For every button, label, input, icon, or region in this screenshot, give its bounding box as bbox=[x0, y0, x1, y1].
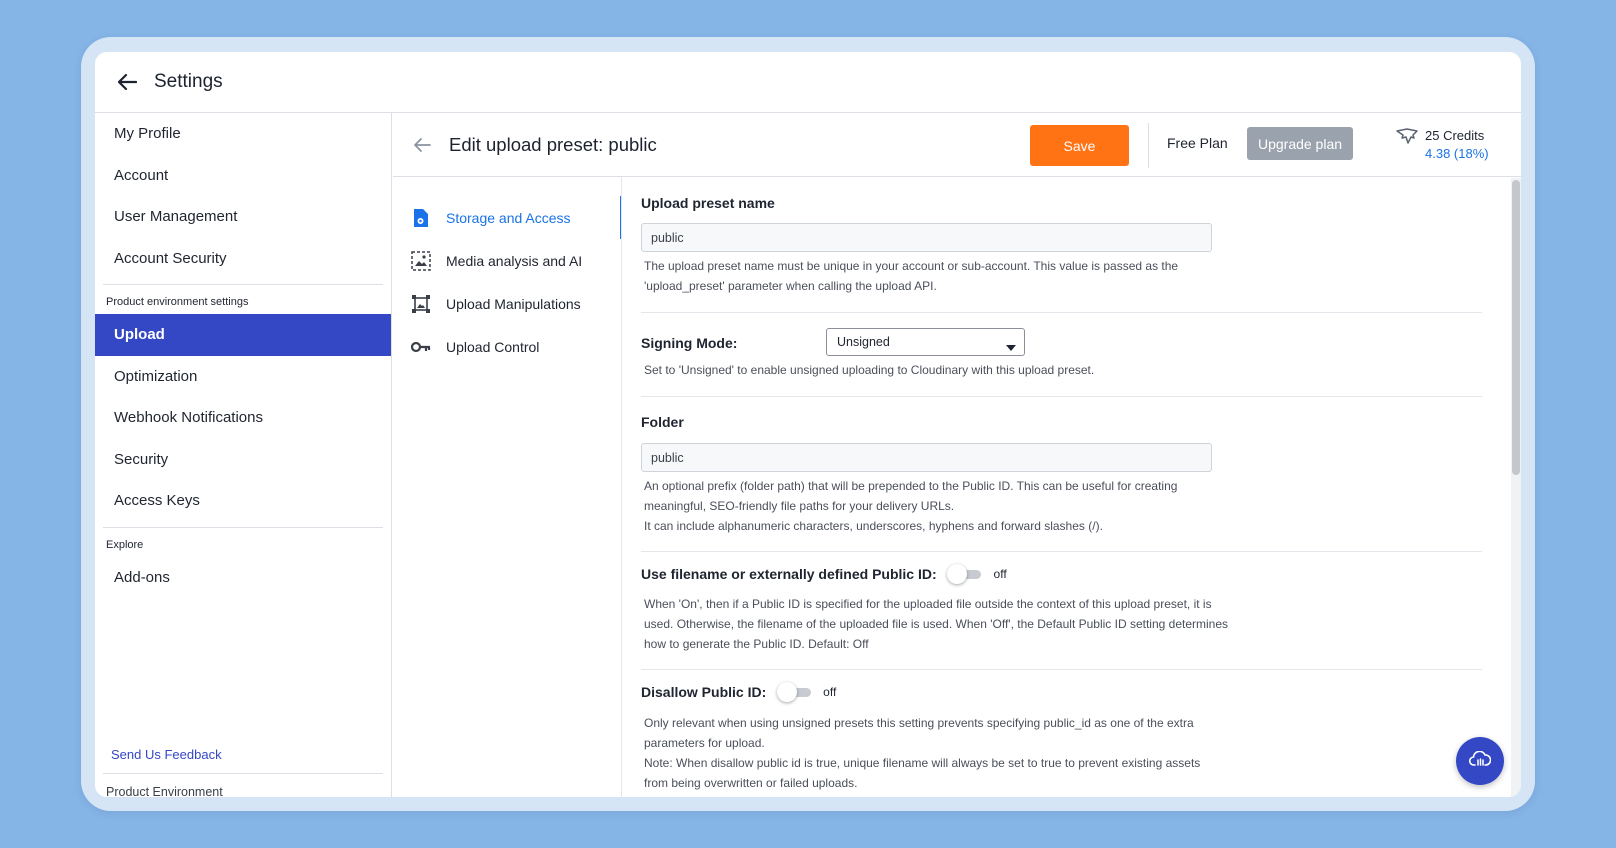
back-arrow-icon[interactable] bbox=[115, 70, 139, 94]
plan-label: Free Plan bbox=[1167, 135, 1228, 151]
settings-window: Settings My Profile Account User Managem… bbox=[95, 52, 1521, 797]
help-line: When 'On', then if a Public ID is specif… bbox=[644, 597, 1212, 611]
disallow-state: off bbox=[823, 685, 837, 699]
preset-subnav: Storage and Access Media analysis and AI… bbox=[393, 177, 622, 797]
page-title: Settings bbox=[154, 71, 223, 92]
subnav-label: Upload Manipulations bbox=[446, 295, 581, 312]
signing-mode-title: Signing Mode: bbox=[641, 335, 738, 351]
preset-name-help: The upload preset name must be unique in… bbox=[641, 256, 1178, 296]
preset-form: Upload preset name public The upload pre… bbox=[622, 178, 1511, 797]
section-divider bbox=[641, 551, 1482, 552]
sidebar-item-upload[interactable]: Upload bbox=[95, 314, 391, 356]
subnav-label: Media analysis and AI bbox=[446, 252, 583, 269]
sidebar-item-access-keys[interactable]: Access Keys bbox=[95, 480, 391, 522]
back-arrow-icon[interactable] bbox=[411, 134, 433, 156]
subnav-media-analysis[interactable]: Media analysis and AI bbox=[393, 239, 622, 282]
sidebar-item-optimization[interactable]: Optimization bbox=[95, 356, 391, 398]
disallow-title: Disallow Public ID: bbox=[641, 684, 767, 700]
credits-icon bbox=[1396, 128, 1418, 149]
section-divider bbox=[641, 669, 1482, 670]
help-line: used. Otherwise, the filename of the upl… bbox=[644, 617, 1229, 631]
folder-help: An optional prefix (folder path) that wi… bbox=[641, 476, 1177, 536]
folder-title: Folder bbox=[641, 414, 684, 430]
help-line: from being overwritten or failed uploads… bbox=[644, 776, 858, 790]
header-divider bbox=[1148, 123, 1149, 168]
section-divider bbox=[641, 312, 1482, 313]
sidebar-item-account-security[interactable]: Account Security bbox=[95, 238, 391, 280]
help-line: meaningful, SEO-friendly file paths for … bbox=[644, 499, 955, 513]
image-ai-icon bbox=[410, 250, 432, 272]
help-line: parameters for upload. bbox=[644, 736, 765, 750]
key-icon bbox=[410, 336, 432, 358]
disallow-toggle[interactable] bbox=[776, 682, 813, 702]
help-line: 'upload_preset' parameter when calling t… bbox=[644, 279, 937, 293]
help-line: An optional prefix (folder path) that wi… bbox=[644, 479, 1178, 493]
disallow-row: Disallow Public ID: off bbox=[641, 682, 836, 702]
disallow-help: Only relevant when using unsigned preset… bbox=[641, 713, 1200, 793]
sidebar-item-security[interactable]: Security bbox=[95, 439, 391, 481]
cloud-icon bbox=[1468, 750, 1492, 772]
use-filename-title: Use filename or externally defined Publi… bbox=[641, 566, 937, 582]
preset-title: Edit upload preset: public bbox=[449, 133, 657, 155]
preset-name-title: Upload preset name bbox=[641, 195, 775, 211]
product-environment-label: Product Environment bbox=[106, 785, 223, 797]
save-button[interactable]: Save bbox=[1030, 125, 1129, 166]
sidebar-item-my-profile[interactable]: My Profile bbox=[95, 113, 391, 155]
signing-mode-value: Unsigned bbox=[837, 335, 890, 349]
subnav-upload-control[interactable]: Upload Control bbox=[393, 325, 622, 368]
preset-header: Edit upload preset: public Save Free Pla… bbox=[393, 113, 1521, 177]
credits-info: 25 Credits 4.38 (18%) bbox=[1425, 127, 1489, 163]
scrollbar-thumb[interactable] bbox=[1512, 180, 1520, 475]
storage-gear-icon bbox=[410, 207, 432, 229]
crop-frame-icon bbox=[410, 293, 432, 315]
sidebar-section-product: Product environment settings bbox=[106, 296, 249, 308]
subnav-upload-manipulations[interactable]: Upload Manipulations bbox=[393, 282, 622, 325]
sidebar-item-account[interactable]: Account bbox=[95, 155, 391, 197]
use-filename-state: off bbox=[993, 567, 1007, 581]
sidebar-item-user-management[interactable]: User Management bbox=[95, 196, 391, 238]
section-divider bbox=[641, 396, 1482, 397]
subnav-storage-and-access[interactable]: Storage and Access bbox=[393, 196, 622, 239]
help-line: how to generate the Public ID. Default: … bbox=[644, 637, 869, 651]
caret-down-icon bbox=[1006, 340, 1016, 354]
sidebar-item-add-ons[interactable]: Add-ons bbox=[95, 557, 391, 599]
signing-mode-select[interactable]: Unsigned bbox=[826, 328, 1025, 356]
sidebar-divider bbox=[103, 773, 383, 774]
settings-sidebar: My Profile Account User Management Accou… bbox=[95, 113, 392, 797]
use-filename-toggle[interactable] bbox=[947, 564, 983, 584]
subnav-label: Upload Control bbox=[446, 338, 540, 355]
send-feedback-link[interactable]: Send Us Feedback bbox=[111, 747, 222, 762]
credits-usage[interactable]: 4.38 (18%) bbox=[1425, 145, 1489, 163]
use-filename-row: Use filename or externally defined Publi… bbox=[641, 564, 1007, 584]
credits-count: 25 Credits bbox=[1425, 128, 1485, 143]
sidebar-divider bbox=[103, 284, 383, 285]
sidebar-divider bbox=[103, 526, 383, 528]
help-line: Only relevant when using unsigned preset… bbox=[644, 716, 1194, 730]
sidebar-section-explore: Explore bbox=[106, 538, 144, 551]
sidebar-item-webhook-notifications[interactable]: Webhook Notifications bbox=[95, 397, 391, 439]
use-filename-help: When 'On', then if a Public ID is specif… bbox=[641, 594, 1228, 654]
upgrade-plan-button[interactable]: Upgrade plan bbox=[1247, 127, 1353, 160]
cloud-help-button[interactable] bbox=[1456, 737, 1504, 785]
main-panel: Edit upload preset: public Save Free Pla… bbox=[393, 113, 1521, 797]
help-line: Note: When disallow public id is true, u… bbox=[644, 756, 1201, 770]
help-line: The upload preset name must be unique in… bbox=[644, 259, 1179, 273]
subnav-label: Storage and Access bbox=[446, 209, 571, 226]
folder-input[interactable]: public bbox=[641, 443, 1212, 472]
settings-header: Settings bbox=[95, 52, 1521, 113]
preset-name-input[interactable]: public bbox=[641, 223, 1212, 252]
signing-mode-help: Set to 'Unsigned' to enable unsigned upl… bbox=[644, 363, 1095, 377]
help-line: It can include alphanumeric characters, … bbox=[644, 519, 1103, 533]
